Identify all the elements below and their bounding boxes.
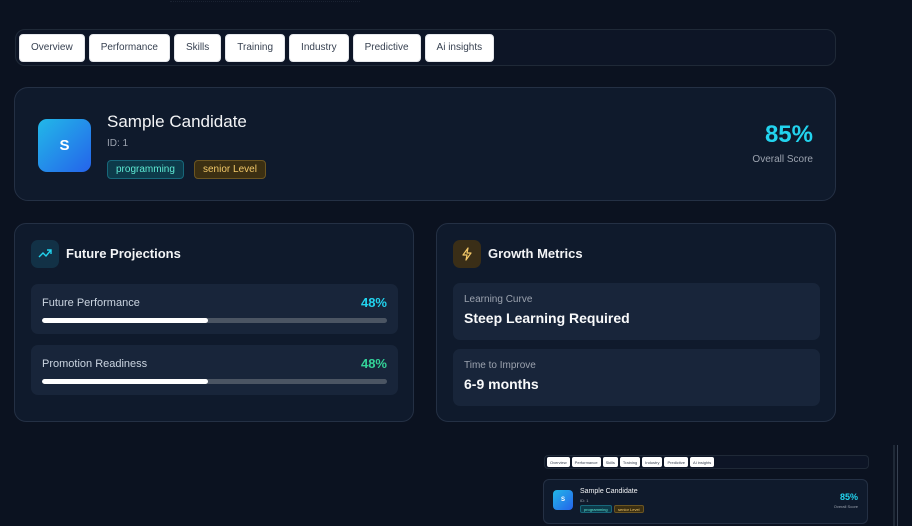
category-badge: programming: [107, 160, 184, 179]
tab-ai-insights[interactable]: Ai insights: [424, 33, 495, 62]
lightning-icon: [453, 240, 481, 268]
thumbnail-profile-card: S Sample Candidate ID: 1 programming sen…: [543, 479, 868, 524]
thumbnail-tab: Skills: [602, 457, 618, 467]
level-badge: senior Level: [194, 160, 266, 179]
thumbnail-tab: Industry: [642, 457, 663, 467]
metric-value: Steep Learning Required: [464, 310, 630, 326]
progress-bar: [42, 379, 387, 384]
projection-future-performance: Future Performance 48%: [31, 284, 398, 334]
growth-metrics-panel: Growth Metrics Learning Curve Steep Lear…: [436, 223, 836, 422]
candidate-id: ID: 1: [107, 138, 129, 149]
overall-score-value: 85%: [764, 121, 813, 148]
trending-up-icon: [31, 240, 59, 268]
thumbnail-tab-bar: Overview Performance Skills Training Ind…: [544, 455, 869, 469]
thumbnail-level-badge: senior Level: [614, 505, 644, 513]
candidate-profile-card: S Sample Candidate ID: 1 programming sen…: [14, 87, 836, 201]
tab-predictive[interactable]: Predictive: [352, 33, 421, 62]
progress-bar-fill: [42, 379, 208, 384]
metric-value: 6-9 months: [464, 376, 539, 392]
thumbnail-score-value: 85%: [839, 492, 858, 502]
tab-overview[interactable]: Overview: [19, 33, 85, 62]
thumbnail-candidate-name: Sample Candidate: [580, 488, 638, 495]
thumbnail-avatar: S: [553, 490, 573, 510]
thumbnail-tab: Predictive: [664, 457, 689, 467]
thumbnail-candidate-id: ID: 1: [580, 498, 589, 503]
thumbnail-tab: Performance: [571, 457, 601, 467]
projection-value: 48%: [360, 295, 387, 310]
projection-label: Future Performance: [42, 297, 140, 309]
thumbnail-tab: Overview: [547, 457, 570, 467]
thumbnail-score-label: Overall Score: [833, 504, 858, 509]
projection-value: 48%: [360, 356, 387, 371]
metric-label: Time to Improve: [464, 360, 536, 371]
projection-promotion-readiness: Promotion Readiness 48%: [31, 345, 398, 395]
thumbnail-category-badge: programming: [580, 505, 612, 513]
tab-training[interactable]: Training: [225, 33, 286, 62]
divider: [897, 445, 898, 526]
progress-bar-fill: [42, 318, 208, 323]
future-projections-title: Future Projections: [66, 246, 181, 261]
metric-time-to-improve: Time to Improve 6-9 months: [453, 349, 820, 406]
thumbnail-tab: Training: [619, 457, 641, 467]
metric-label: Learning Curve: [464, 294, 533, 305]
avatar: S: [38, 119, 91, 172]
future-projections-panel: Future Projections Future Performance 48…: [14, 223, 414, 422]
growth-metrics-title: Growth Metrics: [488, 246, 583, 261]
progress-bar: [42, 318, 387, 323]
tab-industry[interactable]: Industry: [289, 33, 349, 62]
page-thumbnail-preview: Overview Performance Skills Training Ind…: [541, 452, 869, 526]
tab-bar: Overview Performance Skills Training Ind…: [15, 29, 836, 66]
clipped-header: [0, 0, 912, 6]
metric-learning-curve: Learning Curve Steep Learning Required: [453, 283, 820, 340]
clipped-text-line: [170, 0, 360, 2]
tab-performance[interactable]: Performance: [88, 33, 170, 62]
tab-skills[interactable]: Skills: [173, 33, 222, 62]
projection-label: Promotion Readiness: [42, 358, 148, 370]
thumbnail-tab: Ai insights: [690, 457, 715, 467]
overall-score-label: Overall Score: [752, 154, 813, 165]
candidate-name: Sample Candidate: [107, 112, 247, 131]
scrollbar-track[interactable]: [893, 445, 895, 526]
